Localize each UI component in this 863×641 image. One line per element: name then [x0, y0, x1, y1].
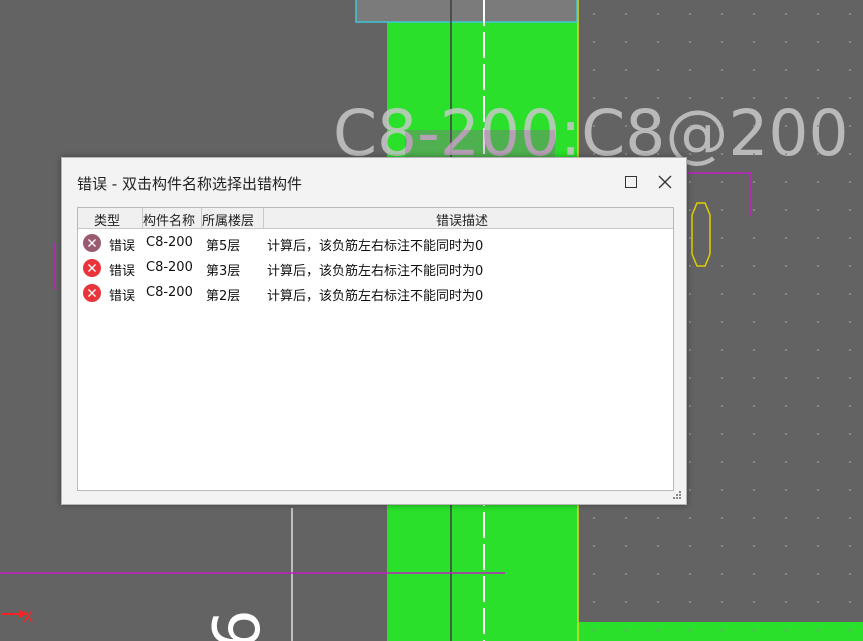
row-desc: 计算后，该负筋左右标注不能同时为0 [267, 264, 484, 279]
col-floor-header[interactable]: 所属楼层 [202, 210, 254, 229]
error-icon [83, 259, 101, 277]
table-row[interactable]: 错误 C8-200 第5层 计算后，该负筋左右标注不能同时为0 [78, 231, 673, 256]
row-name[interactable]: C8-200 [146, 260, 193, 275]
row-desc: 计算后，该负筋左右标注不能同时为0 [267, 289, 484, 304]
row-name[interactable]: C8-200 [146, 235, 193, 250]
table-row[interactable]: 错误 C8-200 第3层 计算后，该负筋左右标注不能同时为0 [78, 256, 673, 281]
row-floor: 第3层 [206, 264, 241, 279]
maximize-icon [625, 176, 637, 188]
close-button[interactable] [651, 168, 679, 196]
error-list[interactable]: 类型 构件名称 所属楼层 错误描述 错误 C8-200 第5层 计算后，该负筋左… [77, 207, 674, 491]
axis-x-label: X [23, 608, 33, 626]
col-type-header[interactable]: 类型 [94, 210, 120, 229]
row-name[interactable]: C8-200 [146, 285, 193, 300]
error-dialog: 错误 - 双击构件名称选择出错构件 类型 构件名称 所属楼层 错误描述 错误 C… [61, 157, 687, 505]
dialog-titlebar[interactable]: 错误 - 双击构件名称选择出错构件 [62, 158, 686, 206]
row-type: 错误 [109, 239, 136, 254]
grid-number-text: 6 [201, 609, 275, 641]
list-header: 类型 构件名称 所属楼层 错误描述 [78, 208, 673, 229]
row-floor: 第2层 [206, 289, 241, 304]
error-icon [83, 234, 101, 252]
row-type: 错误 [109, 289, 136, 304]
cyan-rect [355, 0, 578, 23]
table-row[interactable]: 错误 C8-200 第2层 计算后，该负筋左右标注不能同时为0 [78, 281, 673, 306]
error-icon [83, 284, 101, 302]
row-type: 错误 [109, 264, 136, 279]
col-desc-header[interactable]: 错误描述 [436, 210, 488, 229]
row-desc: 计算后，该负筋左右标注不能同时为0 [267, 239, 484, 254]
dialog-title: 错误 - 双击构件名称选择出错构件 [77, 175, 302, 193]
col-name-header[interactable]: 构件名称 [143, 210, 195, 229]
row-floor: 第5层 [206, 239, 241, 254]
resize-grip-icon[interactable] [672, 490, 682, 500]
maximize-button[interactable] [617, 168, 645, 196]
close-icon [658, 175, 672, 189]
